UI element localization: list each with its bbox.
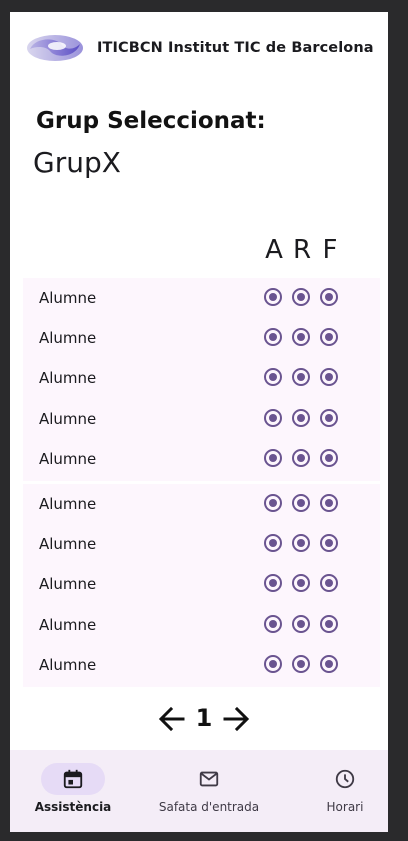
student-row: Alumne bbox=[23, 605, 380, 645]
radio-a[interactable] bbox=[264, 328, 282, 346]
student-row: Alumne bbox=[23, 524, 380, 564]
app-screen: ITICBCN Institut TIC de Barcelona Grup S… bbox=[10, 12, 388, 832]
school-logo bbox=[27, 35, 83, 61]
radio-a[interactable] bbox=[264, 655, 282, 673]
radio-a[interactable] bbox=[264, 574, 282, 592]
radio-f[interactable] bbox=[320, 534, 338, 552]
column-header-f: F bbox=[322, 235, 338, 265]
clock-icon bbox=[335, 769, 355, 789]
radio-r[interactable] bbox=[292, 328, 310, 346]
radio-a[interactable] bbox=[264, 288, 282, 306]
nav-item-horari[interactable]: Horari bbox=[310, 750, 380, 832]
radio-f[interactable] bbox=[320, 328, 338, 346]
radio-a[interactable] bbox=[264, 494, 282, 512]
radio-r[interactable] bbox=[292, 409, 310, 427]
radio-r[interactable] bbox=[292, 615, 310, 633]
group-name: GrupX bbox=[33, 146, 121, 179]
radio-f[interactable] bbox=[320, 655, 338, 673]
student-row: Alumne bbox=[23, 318, 380, 358]
radio-a[interactable] bbox=[264, 368, 282, 386]
bottom-navigation-bar: Assistència Safata d'entrada Horari bbox=[10, 750, 388, 832]
nav-label-horari: Horari bbox=[326, 800, 364, 814]
nav-item-assistencia[interactable]: Assistència bbox=[10, 750, 136, 832]
student-name: Alumne bbox=[39, 575, 97, 593]
radio-a[interactable] bbox=[264, 449, 282, 467]
radio-f[interactable] bbox=[320, 574, 338, 592]
student-name: Alumne bbox=[39, 410, 97, 428]
student-name: Alumne bbox=[39, 329, 97, 347]
radio-f[interactable] bbox=[320, 494, 338, 512]
student-row: Alumne bbox=[23, 484, 380, 524]
calendar-icon bbox=[63, 769, 83, 789]
radio-r[interactable] bbox=[292, 288, 310, 306]
radio-r[interactable] bbox=[292, 534, 310, 552]
student-name: Alumne bbox=[39, 450, 97, 468]
student-row: Alumne bbox=[23, 358, 380, 398]
radio-f[interactable] bbox=[320, 368, 338, 386]
radio-r[interactable] bbox=[292, 494, 310, 512]
pagination: 1 bbox=[10, 702, 388, 738]
arrow-right-icon[interactable] bbox=[221, 704, 251, 734]
student-card: Alumne Alumne Alumne Alumne Alumne bbox=[23, 484, 380, 687]
student-row: Alumne bbox=[23, 399, 380, 439]
student-name: Alumne bbox=[39, 369, 97, 387]
school-name: ITICBCN Institut TIC de Barcelona bbox=[97, 40, 374, 56]
student-name: Alumne bbox=[39, 616, 97, 634]
nav-item-safata-entrada[interactable]: Safata d'entrada bbox=[147, 750, 271, 832]
student-row: Alumne bbox=[23, 439, 380, 479]
mail-icon bbox=[199, 771, 219, 787]
page-number: 1 bbox=[195, 704, 213, 732]
radio-a[interactable] bbox=[264, 615, 282, 633]
student-row: Alumne bbox=[23, 278, 380, 318]
group-label: Grup Seleccionat: bbox=[36, 108, 266, 134]
column-header-r: R bbox=[292, 235, 312, 265]
nav-label-assistencia: Assistència bbox=[34, 800, 112, 814]
radio-a[interactable] bbox=[264, 409, 282, 427]
radio-f[interactable] bbox=[320, 615, 338, 633]
student-name: Alumne bbox=[39, 289, 97, 307]
radio-f[interactable] bbox=[320, 449, 338, 467]
app-header: ITICBCN Institut TIC de Barcelona bbox=[10, 12, 388, 88]
nav-label-safata-entrada: Safata d'entrada bbox=[158, 800, 260, 814]
student-row: Alumne bbox=[23, 564, 380, 604]
radio-r[interactable] bbox=[292, 574, 310, 592]
student-name: Alumne bbox=[39, 495, 97, 513]
student-name: Alumne bbox=[39, 656, 97, 674]
radio-r[interactable] bbox=[292, 449, 310, 467]
radio-f[interactable] bbox=[320, 409, 338, 427]
student-card: Alumne Alumne Alumne Alumne Alumne bbox=[23, 278, 380, 481]
radio-a[interactable] bbox=[264, 534, 282, 552]
arrow-left-icon[interactable] bbox=[157, 704, 187, 734]
student-name: Alumne bbox=[39, 535, 97, 553]
student-row: Alumne bbox=[23, 645, 380, 685]
radio-r[interactable] bbox=[292, 655, 310, 673]
column-header-a: A bbox=[265, 235, 283, 265]
radio-r[interactable] bbox=[292, 368, 310, 386]
radio-f[interactable] bbox=[320, 288, 338, 306]
